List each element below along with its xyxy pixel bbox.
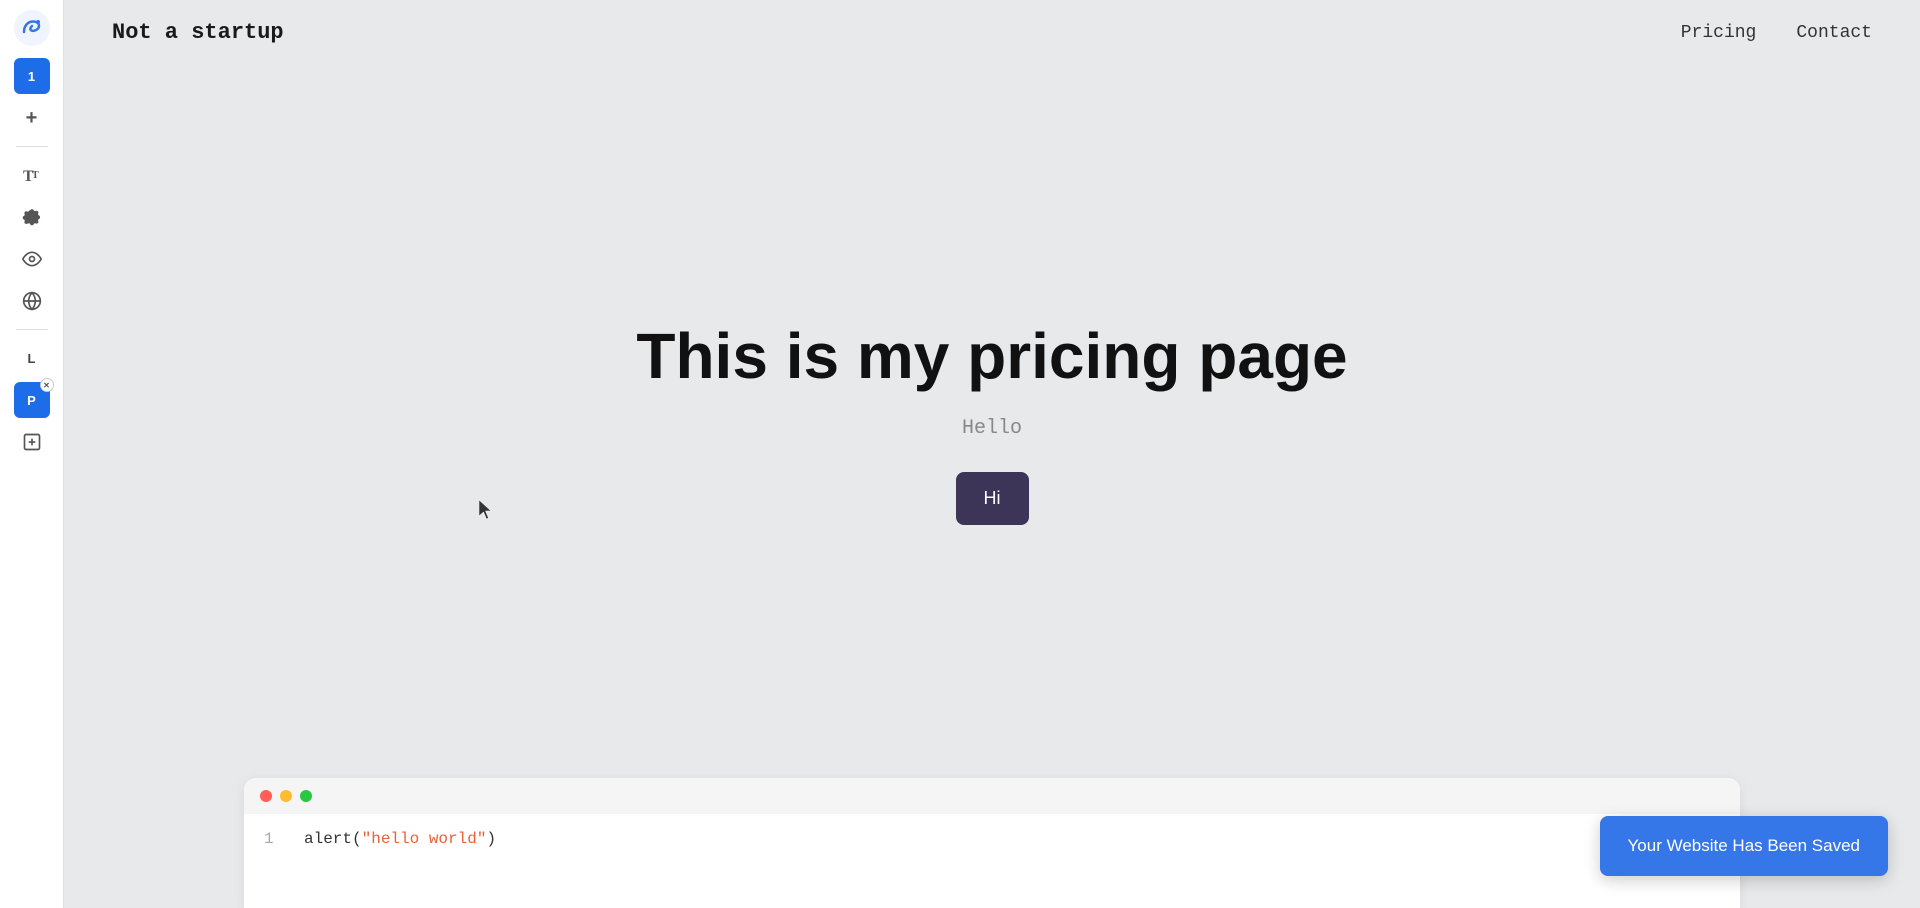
code-prefix: alert( [304, 830, 362, 848]
sidebar-globe-icon[interactable] [14, 283, 50, 319]
traffic-light-yellow [280, 790, 292, 802]
toast-notification: Your Website Has Been Saved [1600, 816, 1888, 876]
code-suffix: ) [486, 830, 496, 848]
code-string: "hello world" [362, 830, 487, 848]
sidebar: 1 + T T L [0, 0, 64, 908]
app-logo[interactable] [14, 10, 50, 46]
sidebar-divider-1 [16, 146, 48, 147]
sidebar-divider-2 [16, 329, 48, 330]
sidebar-tab-1[interactable]: 1 [14, 58, 50, 94]
tab-close-badge[interactable]: ✕ [40, 378, 54, 392]
code-line-1: 1 alert("hello world") [264, 830, 1720, 848]
sidebar-add-page[interactable] [14, 424, 50, 460]
hero-subtitle: Hello [962, 417, 1022, 440]
line-number: 1 [264, 830, 280, 848]
svg-text:T: T [32, 170, 39, 181]
sidebar-typography-icon[interactable]: T T [14, 157, 50, 193]
code-panel: 1 alert("hello world") [244, 778, 1740, 908]
sidebar-settings-icon[interactable] [14, 199, 50, 235]
hero-button[interactable]: Hi [956, 472, 1029, 525]
code-content: alert("hello world") [304, 830, 496, 848]
sidebar-add-tab[interactable]: + [14, 100, 50, 136]
toast-message: Your Website Has Been Saved [1628, 836, 1860, 855]
traffic-light-red [260, 790, 272, 802]
hero-section: This is my pricing page Hello Hi [64, 25, 1920, 778]
traffic-light-green [300, 790, 312, 802]
hero-title: This is my pricing page [636, 319, 1347, 393]
code-panel-header [244, 778, 1740, 814]
sidebar-tab-L[interactable]: L [14, 340, 50, 376]
sidebar-preview-icon[interactable] [14, 241, 50, 277]
sidebar-tab-P[interactable]: P ✕ [14, 382, 50, 418]
main-content: Not a startup Pricing Contact This is my… [64, 0, 1920, 908]
preview-area: Not a startup Pricing Contact This is my… [64, 0, 1920, 908]
code-panel-body: 1 alert("hello world") [244, 814, 1740, 864]
